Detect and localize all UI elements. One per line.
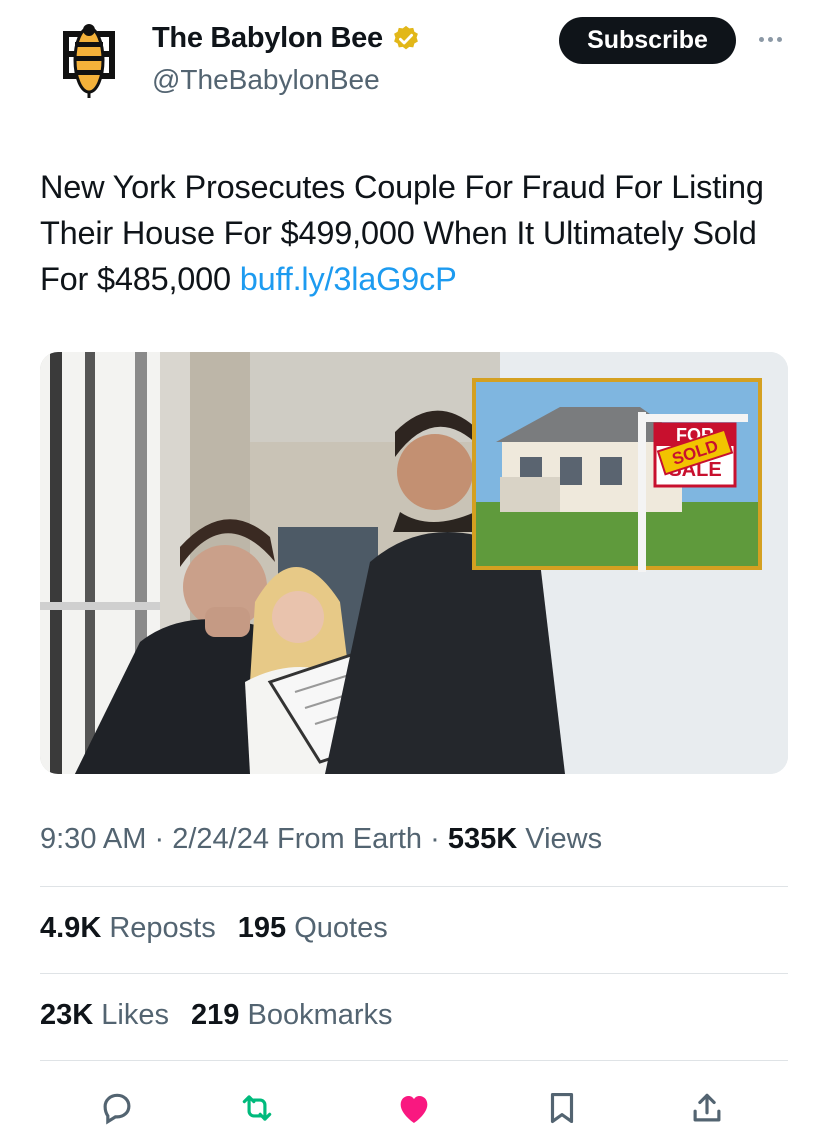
- reposts-label: Reposts: [109, 912, 216, 944]
- bookmark-icon[interactable]: [540, 1086, 584, 1130]
- account-name-row[interactable]: The Babylon Bee: [152, 22, 421, 55]
- repost-icon[interactable]: [235, 1086, 279, 1130]
- likes-stat[interactable]: 23K Likes: [40, 999, 169, 1031]
- views-count: 535K: [447, 823, 518, 855]
- reposts-stat[interactable]: 4.9K Reposts: [40, 912, 216, 944]
- tweet-meta: 9:30 AM · 2/24/24 From Earth · 535K View…: [40, 823, 602, 856]
- tweet-date[interactable]: 2/24/24: [172, 823, 269, 855]
- divider: [40, 886, 788, 887]
- like-icon[interactable]: [392, 1086, 436, 1130]
- bookmarks-stat[interactable]: 219 Bookmarks: [191, 999, 393, 1031]
- subscribe-button[interactable]: Subscribe: [559, 17, 736, 64]
- reposts-count: 4.9K: [40, 912, 102, 944]
- bookmarks-count: 219: [191, 999, 240, 1031]
- likes-bookmarks-stats: 23K Likes 219 Bookmarks: [40, 999, 393, 1032]
- bookmarks-label: Bookmarks: [247, 999, 393, 1031]
- meta-separator: ·: [430, 823, 440, 855]
- verified-badge-icon[interactable]: [391, 24, 421, 54]
- likes-label: Likes: [101, 999, 169, 1031]
- reply-icon[interactable]: [95, 1086, 139, 1130]
- quotes-stat[interactable]: 195 Quotes: [238, 912, 388, 944]
- share-icon[interactable]: [685, 1086, 729, 1130]
- account-handle[interactable]: @TheBabylonBee: [152, 64, 380, 96]
- views-label: Views: [525, 823, 603, 855]
- tweet-image[interactable]: FOR SALE SOLD: [40, 352, 788, 774]
- quotes-count: 195: [237, 912, 287, 944]
- divider: [40, 1060, 788, 1061]
- quotes-label: Quotes: [294, 912, 388, 944]
- repost-quote-stats: 4.9K Reposts 195 Quotes: [40, 912, 388, 945]
- more-options-icon[interactable]: [752, 24, 788, 54]
- tweet-link[interactable]: buff.ly/3laG9cP: [240, 261, 457, 297]
- tweet-time[interactable]: 9:30 AM: [40, 823, 146, 855]
- display-name[interactable]: The Babylon Bee: [152, 22, 383, 55]
- bee-logo-icon[interactable]: [44, 20, 134, 100]
- likes-count: 23K: [40, 999, 94, 1031]
- divider: [40, 973, 788, 974]
- meta-separator: ·: [154, 823, 165, 855]
- tweet-text: New York Prosecutes Couple For Fraud For…: [40, 164, 800, 302]
- tweet-source: From Earth: [277, 823, 423, 855]
